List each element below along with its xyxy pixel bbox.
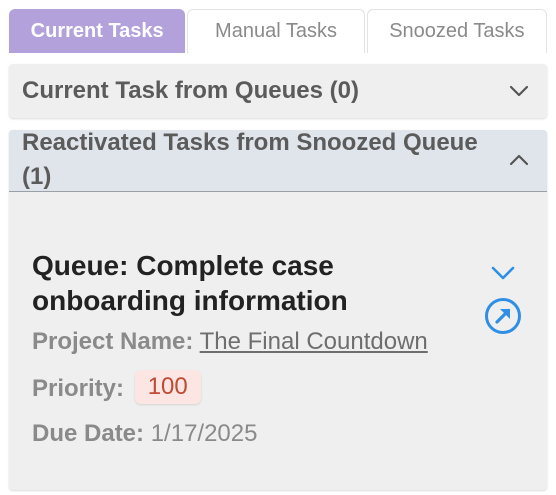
reactivated-section-title: Reactivated Tasks from Snoozed Queue (1) <box>22 129 478 190</box>
chevron-up-icon[interactable] <box>507 148 531 172</box>
priority-row: Priority: 100 <box>32 370 201 406</box>
tab-snoozed-tasks[interactable]: Snoozed Tasks <box>366 9 547 53</box>
project-name-label: Project Name: <box>32 328 194 355</box>
open-external-icon[interactable] <box>483 296 523 336</box>
tab-manual-tasks[interactable]: Manual Tasks <box>187 9 365 53</box>
chevron-down-icon[interactable] <box>488 258 518 288</box>
due-date-value: 1/17/2025 <box>150 420 258 447</box>
priority-badge: 100 <box>134 370 201 404</box>
tab-current-tasks[interactable]: Current Tasks <box>9 9 186 53</box>
project-name-row: Project Name: The Final Countdown <box>32 328 428 356</box>
due-date-label: Due Date: <box>32 420 145 447</box>
task-title: Queue: Complete case onboarding informat… <box>32 250 348 316</box>
due-date-row: Due Date: 1/17/2025 <box>32 420 257 448</box>
chevron-down-icon[interactable] <box>507 79 531 103</box>
priority-label: Priority: <box>32 375 125 402</box>
reactivated-section: Reactivated Tasks from Snoozed Queue (1)… <box>9 129 547 490</box>
project-name-link[interactable]: The Final Countdown <box>200 328 428 355</box>
queues-section-title: Current Task from Queues (0) <box>22 77 359 104</box>
reactivated-section-header[interactable]: Reactivated Tasks from Snoozed Queue (1) <box>9 129 547 192</box>
queues-section-header[interactable]: Current Task from Queues (0) <box>9 64 547 118</box>
task-tabs: Current Tasks Manual Tasks Snoozed Tasks <box>9 9 547 53</box>
